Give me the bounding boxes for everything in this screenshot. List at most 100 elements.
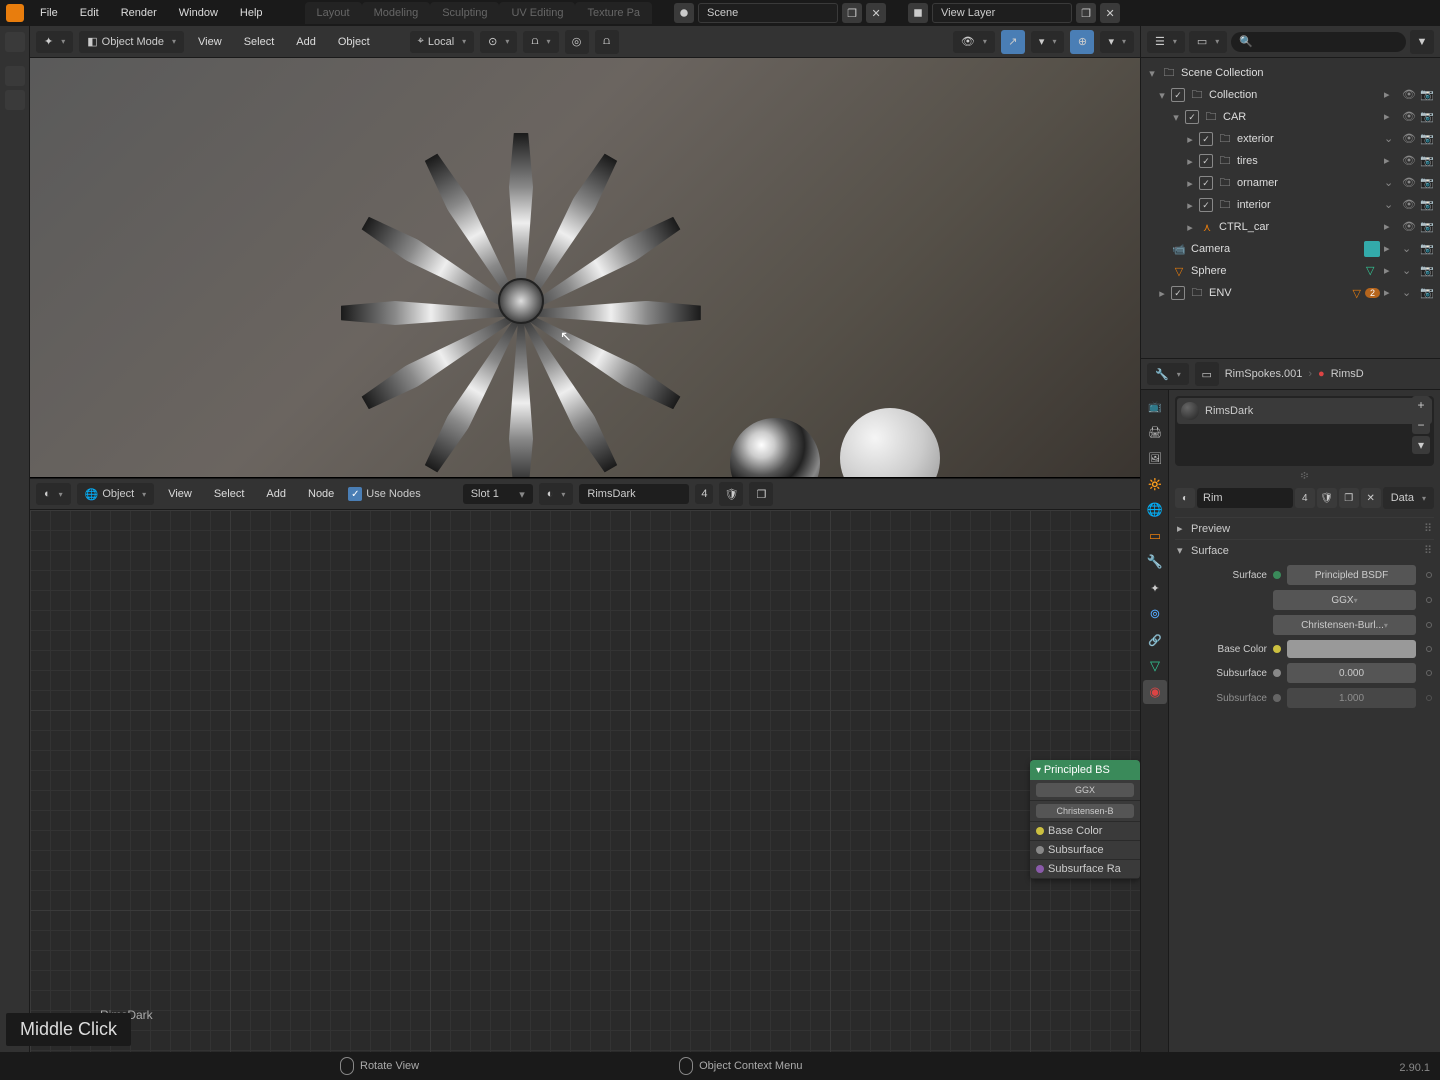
eye-icon[interactable]: 👁	[1402, 198, 1416, 212]
exclude-checkbox[interactable]	[1171, 88, 1185, 102]
material-name-field[interactable]: RimsDark	[579, 484, 689, 504]
keyframe-dot-icon[interactable]	[1426, 622, 1432, 628]
viewlayer-delete-icon[interactable]: ✕	[1100, 3, 1120, 23]
tab-output-icon[interactable]: 🖨	[1143, 420, 1167, 444]
collapse-toggle-icon[interactable]: ▸	[1185, 177, 1195, 190]
workspace-tab-uvediting[interactable]: UV Editing	[499, 2, 575, 24]
subsurface-socket-icon[interactable]	[1036, 846, 1044, 854]
tab-render-icon[interactable]: 📺	[1143, 394, 1167, 418]
viewport-menu-select[interactable]: Select	[236, 32, 283, 52]
3d-viewport[interactable]	[30, 58, 1140, 478]
material-slot-dropdown[interactable]: Slot 1▾	[463, 484, 533, 504]
exclude-checkbox[interactable]	[1185, 110, 1199, 124]
overlays-toggle-icon[interactable]: ⊕	[1070, 30, 1094, 54]
collapse-toggle-icon[interactable]: ▸	[1185, 221, 1195, 234]
base-color-swatch[interactable]	[1287, 640, 1416, 658]
exclude-checkbox[interactable]	[1199, 176, 1213, 190]
drag-dots-icon[interactable]: ⠿	[1424, 522, 1432, 535]
exclude-checkbox[interactable]	[1171, 286, 1185, 300]
overlays-dropdown[interactable]: ▾	[1100, 31, 1134, 53]
gizmo-dropdown[interactable]: ▾	[1031, 31, 1065, 53]
collapse-toggle-icon[interactable]: ▸	[1185, 133, 1195, 146]
remove-slot-icon[interactable]: −	[1412, 416, 1430, 434]
collapse-toggle-icon[interactable]: ▾	[1171, 111, 1181, 124]
fake-user-shield-icon[interactable]: 🛡	[1317, 488, 1337, 508]
camera-icon[interactable]: 📷	[1420, 110, 1434, 124]
sss-method-dropdown[interactable]: Christensen-Burl...	[1273, 615, 1416, 635]
node-editor-canvas[interactable]: RimsDark ▾ Principled BS GGX Christensen…	[30, 510, 1140, 1052]
camera-icon[interactable]: 📷	[1420, 154, 1434, 168]
tab-modifier-icon[interactable]: 🔧	[1143, 550, 1167, 574]
chevron-icon[interactable]: ⌄	[1384, 198, 1398, 212]
eye-icon[interactable]: 👁	[1402, 220, 1416, 234]
shield-fakeuser-icon[interactable]: 🛡	[719, 482, 743, 506]
viewlayer-browse-icon[interactable]	[908, 3, 928, 23]
material-slot-item[interactable]: RimsDark	[1177, 398, 1432, 424]
outliner-item[interactable]: ▸ 🗀 ornamer ⌄👁📷	[1143, 172, 1438, 194]
viewlayer-new-icon[interactable]: ❐	[1076, 3, 1096, 23]
camera-icon[interactable]: 📷	[1420, 286, 1434, 300]
outliner-item[interactable]: ▸ 🗀 exterior ⌄👁📷	[1143, 128, 1438, 150]
principled-bsdf-node[interactable]: ▾ Principled BS GGX Christensen-B Base C…	[1030, 760, 1140, 879]
tab-data-icon[interactable]: ▽	[1143, 654, 1167, 678]
tool-editor-type-icon[interactable]	[5, 32, 25, 52]
exclude-checkbox[interactable]	[1199, 198, 1213, 212]
outliner-scene-collection[interactable]: ▾ 🗀 Scene Collection	[1143, 62, 1438, 84]
tab-world-icon[interactable]: 🌐	[1143, 498, 1167, 522]
collapse-toggle-icon[interactable]: ▾	[1147, 67, 1157, 80]
transform-orientation-dropdown[interactable]: ⌖ Local	[410, 31, 475, 53]
exclude-checkbox[interactable]	[1199, 154, 1213, 168]
properties-content[interactable]: RimsDark + − ▾ ፨ ◐ Rim 4 🛡	[1169, 390, 1440, 1052]
camera-icon[interactable]: 📷	[1420, 132, 1434, 146]
material-slot-list[interactable]: RimsDark	[1175, 396, 1434, 466]
outliner-item[interactable]: ▸ 🗀 tires ▸👁📷	[1143, 150, 1438, 172]
collapse-toggle-icon[interactable]: ▾	[1157, 89, 1167, 102]
menu-help[interactable]: Help	[230, 3, 273, 23]
snap-toggle-icon[interactable]: ⩍	[595, 30, 619, 54]
outliner-item[interactable]: 📹 Camera ▸⌄📷	[1143, 238, 1438, 260]
selectable-icon[interactable]: ▸	[1384, 264, 1398, 278]
tool-select-icon[interactable]	[5, 66, 25, 86]
scene-delete-icon[interactable]: ✕	[866, 3, 886, 23]
tab-scene-icon[interactable]: 🔆	[1143, 472, 1167, 496]
chevron-icon[interactable]: ⌄	[1384, 132, 1398, 146]
viewport-menu-view[interactable]: View	[190, 32, 230, 52]
tab-physics-icon[interactable]: ⊚	[1143, 602, 1167, 626]
tool-cursor-icon[interactable]	[5, 90, 25, 110]
node-title[interactable]: ▾ Principled BS	[1030, 760, 1140, 780]
node-menu-node[interactable]: Node	[300, 484, 342, 504]
drag-dots-icon[interactable]: ⠿	[1424, 544, 1432, 557]
camera-icon[interactable]: 📷	[1420, 264, 1434, 278]
camera-icon[interactable]: 📷	[1420, 220, 1434, 234]
properties-editor-type-dropdown[interactable]: 🔧	[1147, 363, 1189, 385]
eye-icon[interactable]: 👁	[1402, 176, 1416, 190]
subsurface2-socket-icon[interactable]	[1273, 694, 1281, 702]
chevron-icon[interactable]: ⌄	[1384, 176, 1398, 190]
tab-material-icon[interactable]: ◉	[1143, 680, 1167, 704]
selectable-icon[interactable]: ▸	[1384, 220, 1398, 234]
exclude-checkbox[interactable]	[1199, 132, 1213, 146]
tab-particle-icon[interactable]: ✦	[1143, 576, 1167, 600]
scene-name-field[interactable]: Scene	[698, 3, 838, 23]
collapse-toggle-icon[interactable]: ▸	[1185, 155, 1195, 168]
keyframe-dot-icon[interactable]	[1426, 670, 1432, 676]
surface-socket-icon[interactable]	[1273, 571, 1281, 579]
scene-browse-icon[interactable]	[674, 3, 694, 23]
material-link-dropdown[interactable]: Data	[1383, 487, 1434, 509]
scene-new-icon[interactable]: ❐	[842, 3, 862, 23]
shader-type-dropdown[interactable]: 🌐 Object	[77, 483, 155, 505]
subsurface-value-input[interactable]: 0.000	[1287, 663, 1416, 683]
camera-icon[interactable]: 📷	[1420, 242, 1434, 256]
editor-type-dropdown[interactable]: ✦	[36, 31, 73, 53]
base-color-socket-icon[interactable]	[1273, 645, 1281, 653]
outliner-editor-type-dropdown[interactable]: ☰	[1147, 31, 1185, 53]
tab-object-icon[interactable]: ▭	[1143, 524, 1167, 548]
unlink-material-icon[interactable]: ✕	[1361, 488, 1381, 508]
chevron-icon[interactable]: ⌄	[1402, 286, 1416, 300]
selectable-icon[interactable]: ▸	[1384, 88, 1398, 102]
outliner-display-mode-dropdown[interactable]: ▭	[1189, 31, 1227, 53]
node-editor-type-dropdown[interactable]: ◐	[36, 483, 71, 505]
eye-icon[interactable]: 👁	[1402, 132, 1416, 146]
chevron-icon[interactable]: ⌄	[1402, 264, 1416, 278]
selectable-icon[interactable]: ▸	[1384, 110, 1398, 124]
